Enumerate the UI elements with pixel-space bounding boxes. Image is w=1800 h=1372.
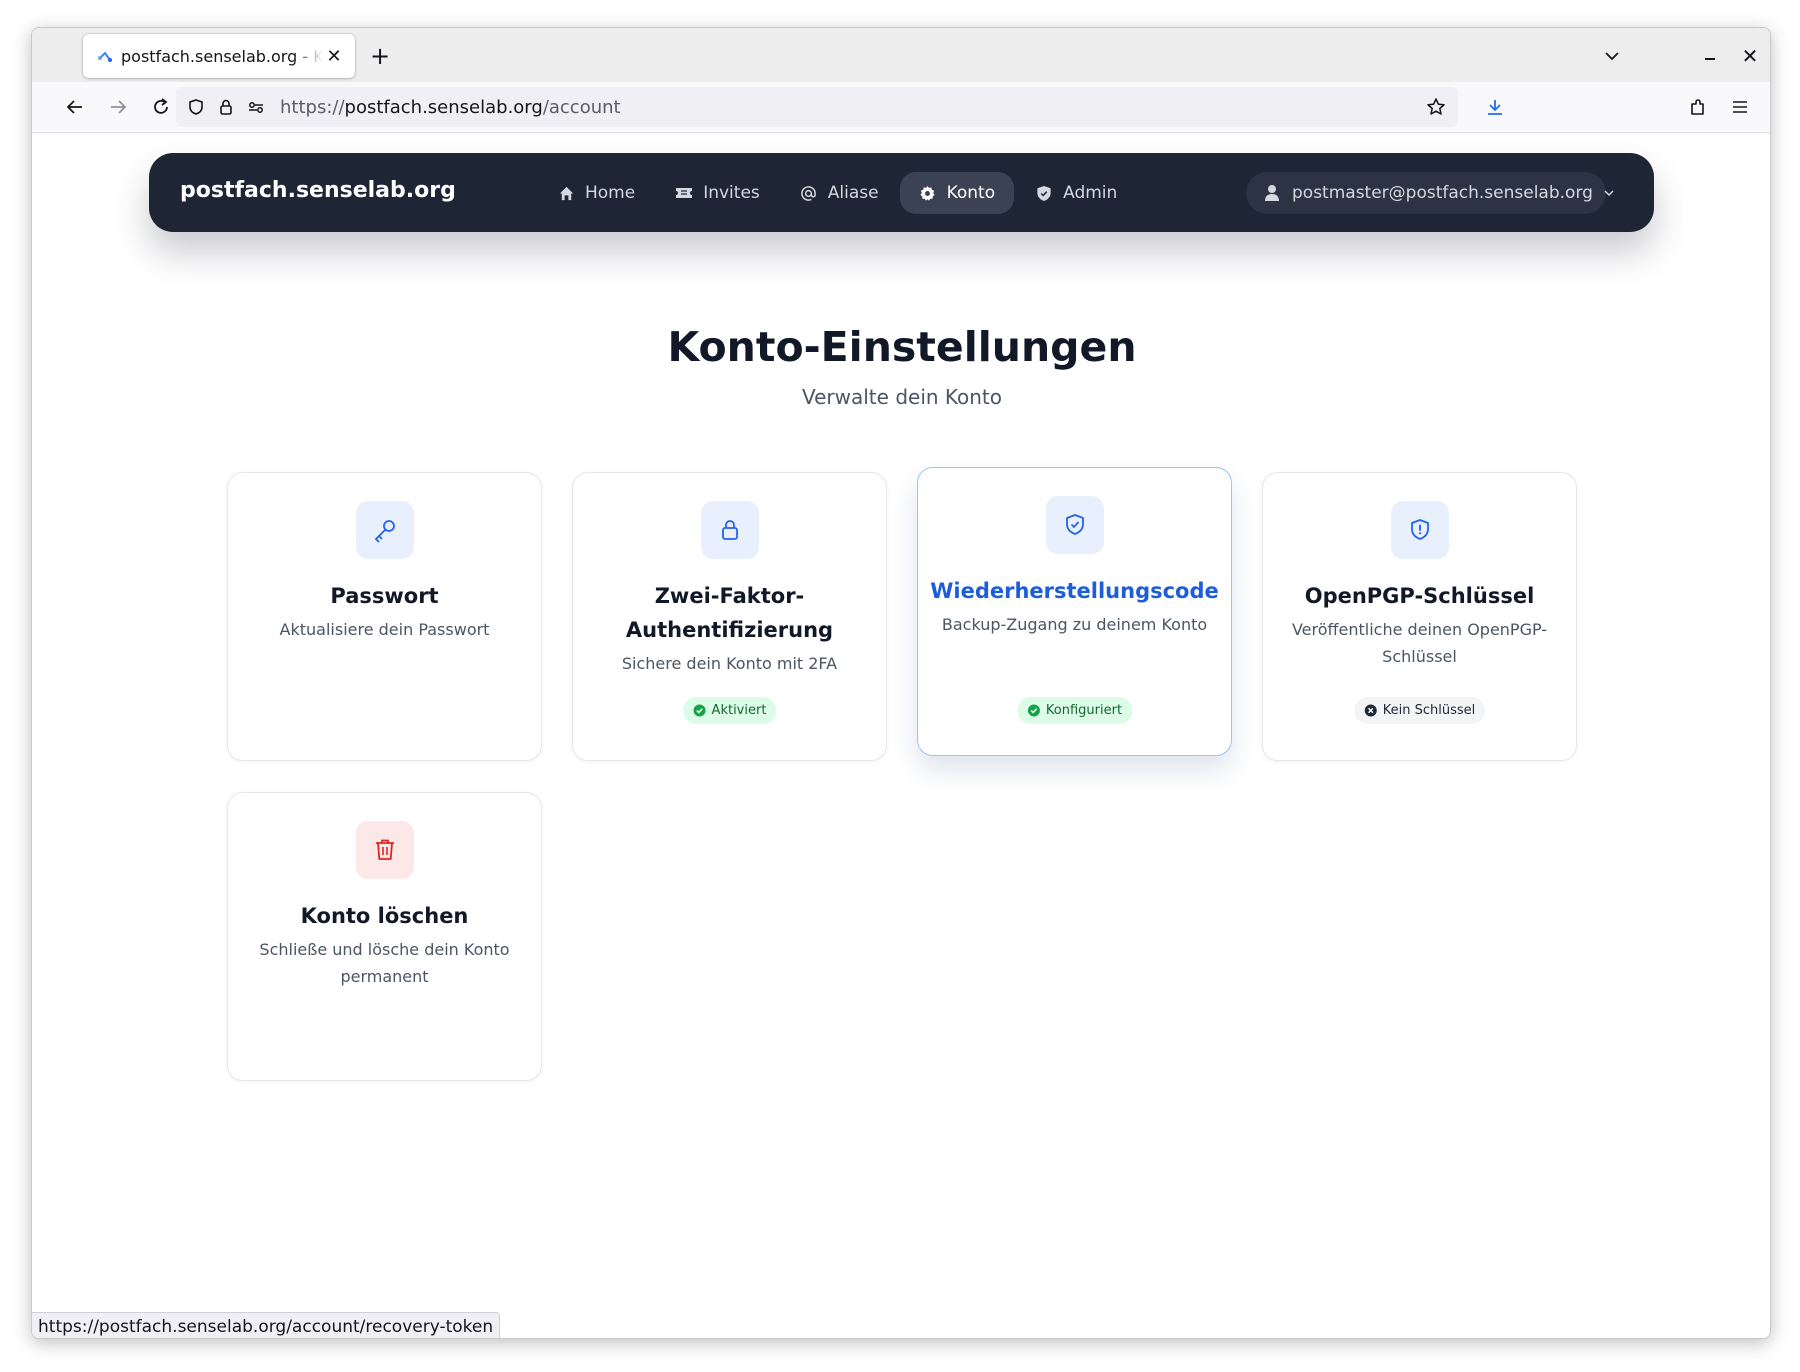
page-subtitle: Verwalte dein Konto <box>801 385 1003 409</box>
chevron-down-icon <box>1603 186 1615 200</box>
page-viewport: postfach.senselab.org Home Invites Alias… <box>32 133 1770 1338</box>
status-badge: Kein Schlüssel <box>1353 697 1486 724</box>
card-password[interactable]: Passwort Aktualisiere dein Passwort <box>227 472 542 761</box>
reload-button[interactable] <box>144 90 178 124</box>
downloads-button[interactable] <box>1478 90 1512 124</box>
card-description-line: Schlüssel <box>1382 647 1457 666</box>
card-description-line: permanent <box>340 967 429 986</box>
card-description: Schließe und lösche dein Konto permanent <box>250 936 519 990</box>
bookmark-star-icon[interactable] <box>1422 93 1450 121</box>
card-title: Konto löschen <box>300 904 469 928</box>
card-openpgp[interactable]: OpenPGP-Schlüssel Veröffentliche deinen … <box>1262 472 1577 761</box>
window-close-button[interactable]: ✕ <box>1736 42 1764 70</box>
reload-icon <box>154 98 168 114</box>
badge-label: Konfiguriert <box>1045 703 1123 718</box>
nav-label: Invites <box>703 183 760 203</box>
site-header: postfach.senselab.org Home Invites Alias… <box>149 153 1654 232</box>
hamburger-menu-icon <box>1733 101 1747 113</box>
nav-label: Aliase <box>827 183 879 203</box>
new-tab-button[interactable]: + <box>364 40 396 72</box>
minimize-icon <box>1705 58 1715 60</box>
forward-button[interactable] <box>101 90 135 124</box>
trash-icon <box>356 821 414 879</box>
nav-item-admin[interactable]: Admin <box>1016 172 1136 214</box>
nav-item-invites[interactable]: Invites <box>656 172 779 214</box>
card-title-line: Authentifizierung <box>625 618 834 642</box>
ticket-icon <box>675 184 693 202</box>
card-description-line: Veröffentliche deinen OpenPGP- <box>1291 620 1548 639</box>
url-host: postfach.senselab.org <box>344 96 543 118</box>
x-circle-icon <box>1364 704 1377 717</box>
status-badge: Aktiviert <box>682 697 777 724</box>
extensions-button[interactable] <box>1681 90 1715 124</box>
navigation-bar: https://postfach.senselab.org/account <box>32 82 1770 133</box>
card-description: Sichere dein Konto mit 2FA <box>621 654 838 673</box>
minimize-button[interactable] <box>1696 42 1724 70</box>
puzzle-icon <box>1691 99 1704 115</box>
url-path: /account <box>542 96 621 118</box>
nav-item-aliase[interactable]: Aliase <box>781 172 898 214</box>
card-two-factor[interactable]: Zwei-Faktor- Authentifizierung Sichere de… <box>572 472 887 761</box>
lock-icon[interactable] <box>212 93 240 121</box>
shield-check-icon <box>1046 496 1104 554</box>
card-title: OpenPGP-Schlüssel <box>1304 584 1535 608</box>
arrow-right-icon <box>111 100 127 114</box>
card-description-line: Schließe und lösche dein Konto <box>259 940 510 959</box>
tab-title: postfach.senselab.org - K <box>121 46 323 66</box>
card-description: Backup-Zugang zu deinem Konto <box>941 615 1208 634</box>
check-circle-icon <box>1027 704 1040 717</box>
user-email: postmaster@postfach.senselab.org <box>1292 183 1593 203</box>
home-icon <box>557 184 575 202</box>
url-bar[interactable]: https://postfach.senselab.org/account <box>176 87 1458 127</box>
browser-tab[interactable]: postfach.senselab.org - K ✕ <box>83 34 355 78</box>
permissions-icon[interactable] <box>242 93 270 121</box>
url-text: https://postfach.senselab.org/account <box>280 97 621 118</box>
card-delete-account[interactable]: Konto löschen Schließe und lösche dein K… <box>227 792 542 1081</box>
gear-icon <box>919 184 937 202</box>
download-icon <box>1488 100 1502 115</box>
at-icon <box>800 184 818 202</box>
back-button[interactable] <box>58 90 92 124</box>
page-title: Konto-Einstellungen <box>667 323 1137 371</box>
shield-icon <box>1035 184 1053 202</box>
nav-item-konto[interactable]: Konto <box>899 172 1015 214</box>
card-description: Veröffentliche deinen OpenPGP- Schlüssel <box>1285 616 1554 670</box>
status-badge: Konfiguriert <box>1016 697 1133 724</box>
key-icon <box>356 501 414 559</box>
site-brand[interactable]: postfach.senselab.org <box>180 178 456 203</box>
card-title-line: Zwei-Faktor- <box>654 584 805 608</box>
nav-item-home[interactable]: Home <box>538 172 654 214</box>
card-title: Zwei-Faktor- Authentifizierung <box>583 579 876 647</box>
lock-icon <box>701 501 759 559</box>
check-circle-icon <box>693 704 706 717</box>
card-recovery-code[interactable]: Wiederherstellungscode Backup-Zugang zu … <box>917 467 1232 756</box>
tab-list-button[interactable] <box>1598 42 1626 70</box>
card-title: Wiederherstellungscode <box>930 579 1219 603</box>
browser-window: postfach.senselab.org - K ✕ + ✕ https://… <box>31 27 1771 1339</box>
badge-label: Aktiviert <box>711 703 767 718</box>
tab-strip: postfach.senselab.org - K ✕ + ✕ <box>32 28 1770 82</box>
site-favicon-icon <box>95 46 115 66</box>
url-prefix: https:// <box>280 96 345 118</box>
tracking-shield-icon[interactable] <box>182 93 210 121</box>
arrow-left-icon <box>66 100 82 114</box>
nav-label: Admin <box>1063 183 1118 203</box>
tab-close-icon[interactable]: ✕ <box>323 45 345 67</box>
user-menu-button[interactable]: postmaster@postfach.senselab.org <box>1246 172 1614 214</box>
badge-label: Kein Schlüssel <box>1382 703 1476 718</box>
main-nav: Home Invites Aliase Konto Admin <box>538 172 1138 214</box>
shield-alert-icon <box>1391 501 1449 559</box>
nav-label: Home <box>585 183 636 203</box>
card-description: Aktualisiere dein Passwort <box>279 620 490 639</box>
nav-label: Konto <box>946 183 996 203</box>
desktop: postfach.senselab.org - K ✕ + ✕ https://… <box>0 0 1800 1372</box>
card-title: Passwort <box>330 584 439 608</box>
status-bar-url: https://postfach.senselab.org/account/re… <box>32 1312 501 1338</box>
app-menu-button[interactable] <box>1723 90 1757 124</box>
chevron-down-icon <box>1605 52 1619 61</box>
user-icon <box>1264 184 1280 202</box>
